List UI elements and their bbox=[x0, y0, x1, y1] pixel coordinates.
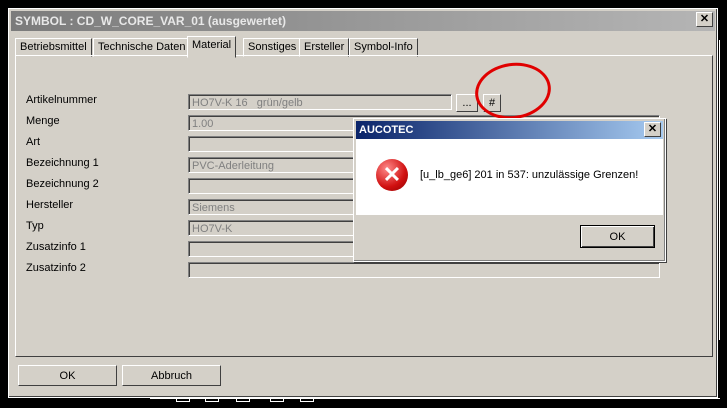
message-ok-button[interactable]: OK bbox=[580, 225, 655, 248]
field-label: Zusatzinfo 1 bbox=[26, 241, 86, 253]
artikelnummer-field[interactable]: HO7V-K 16 grün/gelb bbox=[188, 94, 452, 110]
dialog-title: SYMBOL : CD_W_CORE_VAR_01 (ausgewertet) bbox=[15, 14, 286, 28]
field-label: Menge bbox=[26, 115, 60, 127]
ok-button[interactable]: OK bbox=[18, 365, 117, 386]
close-icon: ✕ bbox=[647, 123, 658, 135]
field-label: Typ bbox=[26, 220, 44, 232]
message-title-bar[interactable]: AUCOTEC bbox=[356, 121, 663, 139]
dialog-close-button[interactable]: ✕ bbox=[696, 12, 713, 27]
message-close-button[interactable]: ✕ bbox=[644, 122, 661, 137]
close-icon: ✕ bbox=[699, 13, 710, 25]
dialog-title-bar[interactable]: SYMBOL : CD_W_CORE_VAR_01 (ausgewertet) bbox=[11, 11, 715, 31]
background-line-right bbox=[719, 40, 720, 340]
field-label: Zusatzinfo 2 bbox=[26, 262, 86, 274]
error-icon: ✕ bbox=[376, 159, 408, 191]
message-body: ✕ [u_lb_ge6] 201 in 537: unzulässige Gre… bbox=[356, 139, 663, 215]
field-label: Bezeichnung 1 bbox=[26, 157, 99, 169]
field-label: Bezeichnung 2 bbox=[26, 178, 99, 190]
tab-material[interactable]: Material bbox=[187, 36, 237, 58]
message-title: AUCOTEC bbox=[359, 124, 414, 136]
message-text: [u_lb_ge6] 201 in 537: unzulässige Grenz… bbox=[420, 169, 639, 181]
field-label: Hersteller bbox=[26, 199, 74, 211]
cancel-button[interactable]: Abbruch bbox=[122, 365, 221, 386]
field-label: Art bbox=[26, 136, 41, 148]
error-message-box: AUCOTEC ✕ ✕ [u_lb_ge6] 201 in 537: unzul… bbox=[353, 118, 666, 262]
field-label: Artikelnummer bbox=[26, 94, 97, 106]
zusatzinfo-2-field[interactable] bbox=[188, 262, 660, 278]
